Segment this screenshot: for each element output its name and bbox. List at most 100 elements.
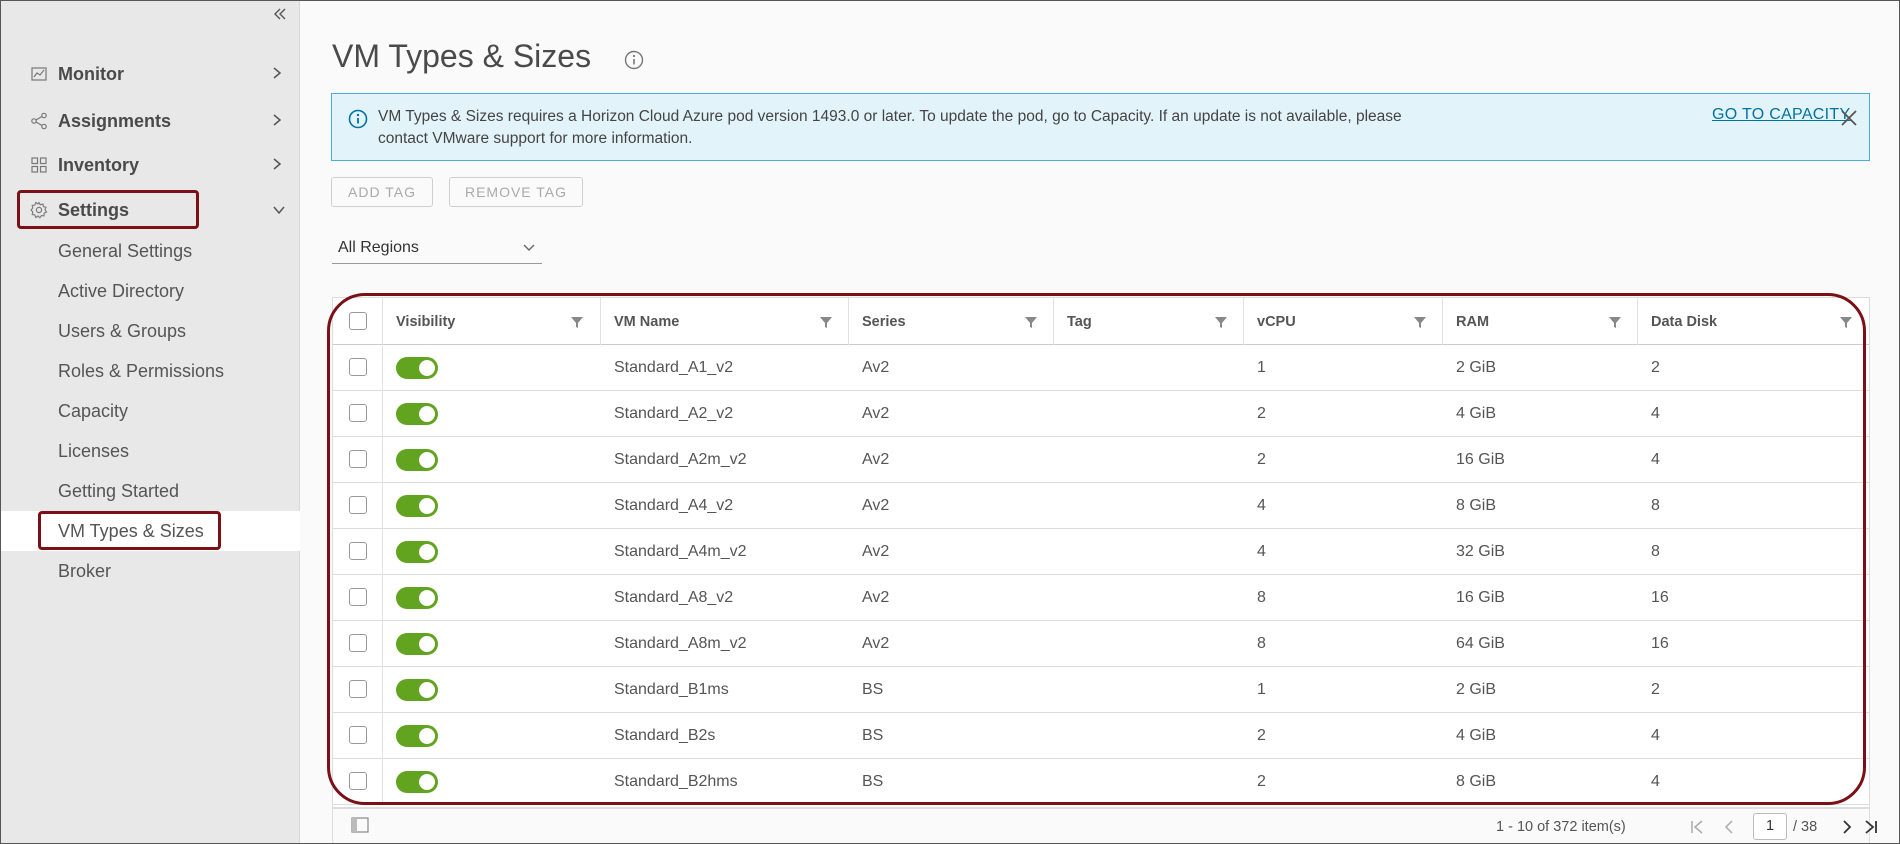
add-tag-button[interactable]: ADD TAG [331,177,433,207]
filter-icon[interactable] [1214,315,1228,329]
table-row[interactable]: Standard_B2hms BS 2 8 GiB 4 [333,759,1869,805]
sidebar-item-label: Broker [58,560,112,581]
first-page-icon[interactable] [1689,818,1705,836]
page-number-input[interactable]: 1 [1753,813,1787,840]
row-checkbox[interactable] [349,772,367,790]
sidebar-item-broker[interactable]: Broker [0,551,300,591]
filter-icon[interactable] [1024,315,1038,329]
sidebar-item-label: Roles & Permissions [58,360,225,381]
column-header-ram[interactable]: RAM [1456,298,1489,345]
table-row[interactable]: Standard_A8m_v2 Av2 8 64 GiB 16 [333,621,1869,667]
double-chevron-left-icon[interactable] [270,6,290,26]
cell-series: Av2 [862,359,890,376]
toggle-knob [419,636,435,652]
close-icon[interactable] [1838,107,1860,129]
nav-item-monitor[interactable]: Monitor [0,52,300,96]
sidebar-item-getting-started[interactable]: Getting Started [0,471,300,511]
sidebar-item-capacity[interactable]: Capacity [0,391,300,431]
column-header-visibility[interactable]: Visibility [396,298,455,345]
row-checkbox[interactable] [349,450,367,468]
cell-vcpu: 2 [1257,727,1266,744]
filter-icon[interactable] [819,315,833,329]
row-checkbox[interactable] [349,404,367,422]
column-toggle-icon[interactable] [351,817,369,833]
select-all-checkbox[interactable] [349,312,367,330]
column-header-vm-name[interactable]: VM Name [614,298,679,345]
nav-item-inventory[interactable]: Inventory [0,143,300,187]
cell-vm-name: Standard_A8m_v2 [614,635,747,652]
table-row[interactable]: Standard_A2_v2 Av2 2 4 GiB 4 [333,391,1869,437]
sidebar-item-active-directory[interactable]: Active Directory [0,271,300,311]
filter-icon[interactable] [570,315,584,329]
vm-types-table: Visibility VM Name Series Tag vCPU RAM D… [332,297,1870,808]
visibility-toggle[interactable] [396,541,438,563]
visibility-toggle[interactable] [396,725,438,747]
column-header-series[interactable]: Series [862,298,906,345]
cell-ram: 8 GiB [1456,773,1497,790]
go-to-capacity-link[interactable]: GO TO CAPACITY [1712,106,1850,124]
sidebar-item-general-settings[interactable]: General Settings [0,231,300,271]
row-checkbox[interactable] [349,680,367,698]
filter-icon[interactable] [1608,315,1622,329]
column-header-data-disk[interactable]: Data Disk [1651,298,1717,345]
cell-ram: 2 GiB [1456,681,1497,698]
row-checkbox[interactable] [349,634,367,652]
sidebar-item-label: Licenses [58,440,130,461]
table-row[interactable]: Standard_A4m_v2 Av2 4 32 GiB 8 [333,529,1869,575]
toggle-knob [419,682,435,698]
info-alert: VM Types & Sizes requires a Horizon Clou… [331,93,1870,161]
cell-data-disk: 2 [1651,681,1660,698]
row-checkbox[interactable] [349,726,367,744]
visibility-toggle[interactable] [396,403,438,425]
nav-item-settings[interactable]: Settings [0,188,300,232]
visibility-toggle[interactable] [396,587,438,609]
column-separator [1442,298,1443,345]
cell-series: Av2 [862,451,890,468]
column-header-vcpu[interactable]: vCPU [1257,298,1296,345]
table-row[interactable]: Standard_B1ms BS 1 2 GiB 2 [333,667,1869,713]
sidebar-item-users-groups[interactable]: Users & Groups [0,311,300,351]
visibility-toggle[interactable] [396,495,438,517]
row-checkbox[interactable] [349,588,367,606]
row-checkbox[interactable] [349,542,367,560]
item-count: 1 - 10 of 372 item(s) [1496,819,1626,835]
sidebar-item-roles-permissions[interactable]: Roles & Permissions [0,351,300,391]
column-separator [382,391,383,437]
sidebar-item-licenses[interactable]: Licenses [0,431,300,471]
filter-icon[interactable] [1413,315,1427,329]
table-row[interactable]: Standard_A1_v2 Av2 1 2 GiB 2 [333,345,1869,391]
nav-label-monitor: Monitor [58,63,124,84]
column-header-tag[interactable]: Tag [1067,298,1092,345]
sidebar-item-label: Users & Groups [58,320,187,341]
row-checkbox[interactable] [349,358,367,376]
cell-data-disk: 8 [1651,543,1660,560]
last-page-icon[interactable] [1863,818,1879,836]
info-icon[interactable] [624,50,644,70]
toggle-knob [419,360,435,376]
nav-item-assignments[interactable]: Assignments [0,99,300,143]
cell-vcpu: 2 [1257,405,1266,422]
column-separator [382,483,383,529]
previous-page-icon[interactable] [1721,818,1737,836]
cell-series: Av2 [862,405,890,422]
toggle-knob [419,774,435,790]
table-row[interactable]: Standard_B2s BS 2 4 GiB 4 [333,713,1869,759]
table-row[interactable]: Standard_A2m_v2 Av2 2 16 GiB 4 [333,437,1869,483]
visibility-toggle[interactable] [396,449,438,471]
visibility-toggle[interactable] [396,679,438,701]
row-checkbox[interactable] [349,496,367,514]
remove-tag-button[interactable]: REMOVE TAG [449,177,583,207]
column-separator [382,667,383,713]
next-page-icon[interactable] [1839,818,1855,836]
cell-data-disk: 4 [1651,405,1660,422]
filter-icon[interactable] [1839,315,1853,329]
table-row[interactable]: Standard_A8_v2 Av2 8 16 GiB 16 [333,575,1869,621]
visibility-toggle[interactable] [396,357,438,379]
cell-vcpu: 4 [1257,497,1266,514]
sidebar-item-vm-types-sizes[interactable]: VM Types & Sizes [0,511,300,551]
column-separator [382,575,383,621]
table-row[interactable]: Standard_A4_v2 Av2 4 8 GiB 8 [333,483,1869,529]
region-select[interactable]: All Regions [332,236,542,264]
visibility-toggle[interactable] [396,633,438,655]
visibility-toggle[interactable] [396,771,438,793]
